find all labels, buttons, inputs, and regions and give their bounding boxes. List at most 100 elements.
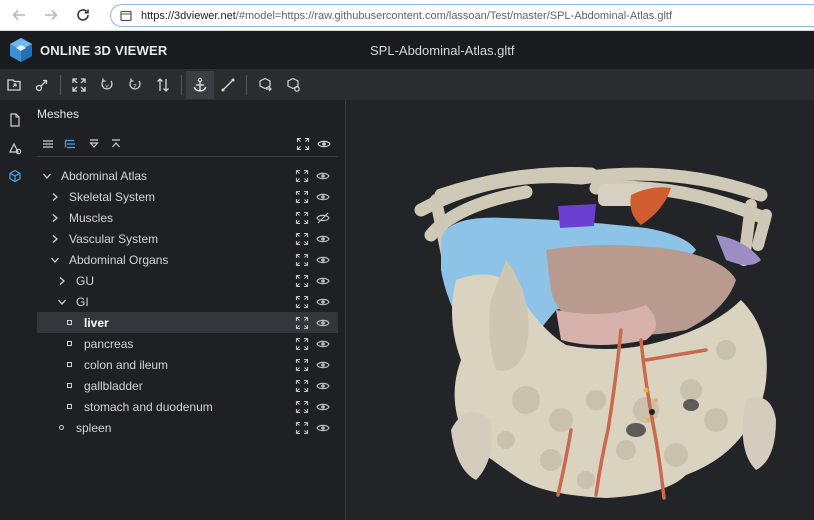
file-icon — [9, 113, 20, 127]
3d-viewport[interactable] — [346, 100, 814, 520]
tree-row[interactable]: Vascular System — [37, 228, 338, 249]
tree-row[interactable]: liver — [37, 312, 338, 333]
tree-row[interactable]: colon and ileum — [37, 354, 338, 375]
eye-icon[interactable] — [316, 274, 330, 288]
flat-list-button[interactable] — [37, 133, 59, 155]
expand-all-button[interactable] — [83, 133, 105, 155]
fixed-up-vector-button[interactable] — [186, 70, 214, 99]
meshes-tab-button[interactable] — [0, 162, 29, 190]
ivc-segment — [630, 187, 671, 225]
tree-view-button[interactable] — [59, 133, 81, 155]
svg-text:Y: Y — [105, 85, 109, 91]
reload-icon — [77, 9, 89, 21]
fit-mesh-button[interactable] — [295, 169, 309, 183]
files-tab-button[interactable] — [0, 106, 29, 134]
eye-icon[interactable] — [316, 379, 330, 393]
hip-bone-right — [742, 397, 776, 470]
mesh-bullet-icon — [67, 404, 72, 409]
app-name: ONLINE 3D VIEWER — [40, 42, 168, 58]
dark-node — [649, 409, 655, 415]
collapse-all-icon — [112, 139, 120, 148]
eye-off-icon[interactable] — [316, 211, 330, 225]
fit-mesh-button[interactable] — [295, 253, 309, 267]
app-logo-icon[interactable] — [8, 37, 34, 63]
reload-button[interactable] — [70, 2, 96, 28]
fit-to-window-button[interactable] — [65, 71, 93, 99]
tree-row-label: Muscles — [69, 210, 114, 225]
tree-row[interactable]: Muscles — [37, 207, 338, 228]
fit-mesh-button[interactable] — [295, 379, 309, 393]
tree-row-label: Skeletal System — [69, 189, 156, 204]
tree-row-label: stomach and duodenum — [84, 399, 213, 414]
anchor-icon — [193, 77, 207, 92]
fit-mesh-button[interactable] — [295, 274, 309, 288]
set-up-vector-z-button[interactable]: Z — [121, 71, 149, 99]
tree-row-label: Abdominal Organs — [69, 252, 169, 267]
open-file-button[interactable] — [0, 71, 28, 99]
back-button[interactable] — [6, 2, 32, 28]
eye-icon[interactable] — [316, 316, 330, 330]
fit-mesh-button[interactable] — [295, 316, 309, 330]
chevron-down-icon[interactable] — [41, 170, 53, 182]
free-orbit-button[interactable] — [214, 71, 242, 99]
fit-all-button[interactable] — [292, 133, 314, 155]
fit-mesh-button[interactable] — [295, 211, 309, 225]
eye-icon[interactable] — [316, 295, 330, 309]
show-all-button[interactable] — [313, 133, 335, 155]
panel-title: Meshes — [37, 107, 80, 121]
flip-icon — [157, 77, 169, 92]
chevron-down-icon[interactable] — [56, 296, 68, 308]
chevron-right-icon[interactable] — [56, 275, 68, 287]
eye-icon[interactable] — [316, 232, 330, 246]
fit-icon — [295, 169, 309, 183]
tree-row[interactable]: GU — [37, 270, 338, 291]
main-toolbar: Y Z — [0, 69, 814, 100]
open-url-button[interactable] — [28, 71, 56, 99]
mesh-tree: Abdominal Atlas Skeletal System Muscles Vas… — [37, 165, 338, 438]
hip-bone-left — [451, 412, 492, 480]
chevron-down-icon[interactable] — [49, 254, 61, 266]
eye-icon[interactable] — [316, 400, 330, 414]
fit-mesh-button[interactable] — [295, 421, 309, 435]
eye-icon[interactable] — [316, 337, 330, 351]
tree-row[interactable]: GI — [37, 291, 338, 312]
eye-icon[interactable] — [316, 169, 330, 183]
link-icon — [35, 79, 48, 91]
export-icon — [259, 77, 272, 91]
fit-mesh-button[interactable] — [295, 400, 309, 414]
tree-row[interactable]: Abdominal Atlas — [37, 165, 338, 186]
fit-icon — [295, 190, 309, 204]
fit-mesh-button[interactable] — [295, 295, 309, 309]
tree-row[interactable]: pancreas — [37, 333, 338, 354]
tree-row[interactable]: Skeletal System — [37, 186, 338, 207]
svg-text:Z: Z — [133, 85, 137, 91]
fit-mesh-button[interactable] — [295, 358, 309, 372]
materials-tab-button[interactable] — [0, 134, 29, 162]
eye-icon[interactable] — [316, 253, 330, 267]
fit-mesh-button[interactable] — [295, 190, 309, 204]
toolbar-separator — [60, 74, 61, 95]
tree-row[interactable]: Abdominal Organs — [37, 249, 338, 270]
fit-mesh-button[interactable] — [295, 232, 309, 246]
eye-icon[interactable] — [316, 358, 330, 372]
eye-icon[interactable] — [316, 190, 330, 204]
panel-switcher — [0, 100, 29, 520]
eye-icon[interactable] — [316, 421, 330, 435]
chevron-right-icon[interactable] — [49, 233, 61, 245]
fit-icon — [296, 137, 310, 151]
fit-icon — [295, 232, 309, 246]
tree-row[interactable]: stomach and duodenum — [37, 396, 338, 417]
flip-up-vector-button[interactable] — [149, 71, 177, 99]
forward-button[interactable] — [38, 2, 64, 28]
chevron-right-icon[interactable] — [49, 191, 61, 203]
collapse-all-button[interactable] — [105, 133, 127, 155]
eye-icon — [317, 140, 331, 148]
share-button[interactable] — [279, 71, 307, 99]
chevron-right-icon[interactable] — [49, 212, 61, 224]
set-up-vector-y-button[interactable]: Y — [93, 71, 121, 99]
tree-row[interactable]: gallbladder — [37, 375, 338, 396]
address-bar[interactable]: https://3dviewer.net/#model=https://raw.… — [110, 4, 814, 27]
fit-mesh-button[interactable] — [295, 337, 309, 351]
export-button[interactable] — [251, 71, 279, 99]
tree-row[interactable]: spleen — [37, 417, 338, 438]
